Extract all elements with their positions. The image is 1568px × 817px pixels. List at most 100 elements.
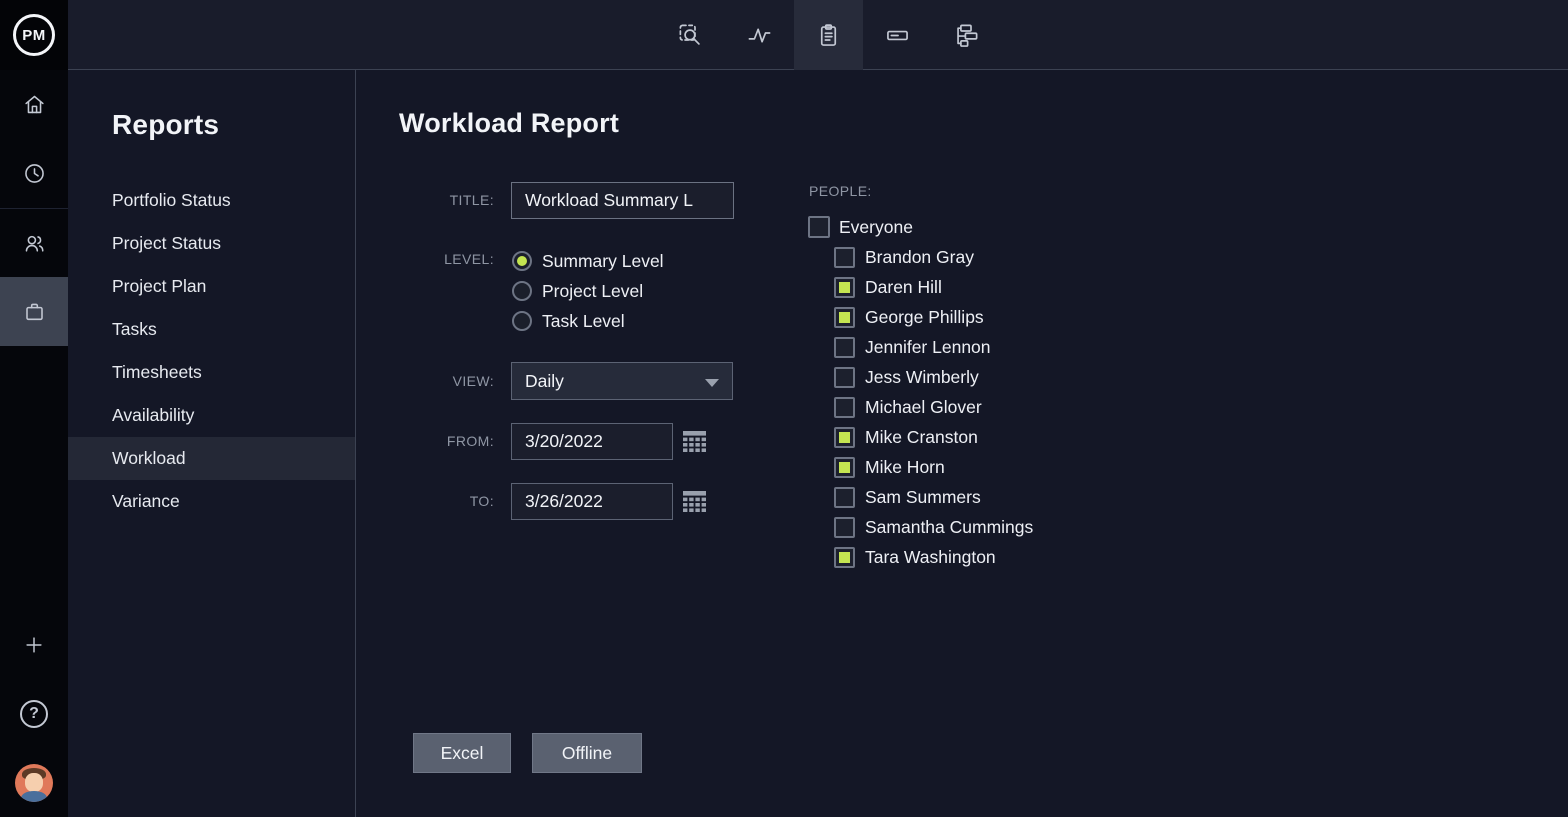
view-select[interactable]: Daily [511, 362, 733, 400]
person-label: Jennifer Lennon [865, 336, 991, 357]
rail-item-time[interactable] [0, 139, 68, 208]
rail-item-team[interactable] [0, 208, 68, 277]
help-glyph: ? [29, 705, 39, 722]
checkbox-icon [834, 276, 855, 298]
report-item-workload[interactable]: Workload [68, 437, 355, 480]
person-label: Michael Glover [865, 396, 982, 417]
avatar-shirt [21, 791, 47, 802]
checkbox-icon [834, 426, 855, 448]
person-label: Brandon Gray [865, 246, 974, 267]
person-label: Daren Hill [865, 276, 942, 297]
checkbox-member[interactable]: Samantha Cummings [834, 512, 1033, 542]
report-title-input[interactable] [511, 182, 734, 219]
report-item-timesheets[interactable]: Timesheets [68, 351, 355, 394]
person-label: Mike Cranston [865, 426, 978, 447]
activity-icon [746, 22, 773, 49]
checkbox-member[interactable]: Jess Wimberly [834, 362, 1033, 392]
person-label: George Phillips [865, 306, 984, 327]
rail-item-projects[interactable] [0, 277, 68, 346]
person-label: Samantha Cummings [865, 516, 1034, 537]
report-item-project-status[interactable]: Project Status [68, 222, 355, 265]
tab-gantt[interactable] [932, 0, 1001, 70]
workload-report-page: Workload Report TITLE: LEVEL: VIEW: FROM… [356, 70, 1568, 817]
view-label: VIEW: [452, 373, 494, 389]
radio-task-level[interactable]: Task Level [512, 310, 625, 332]
app-logo[interactable]: PM [0, 0, 68, 70]
checkbox-icon [834, 396, 855, 418]
radio-icon [512, 311, 532, 331]
to-calendar-icon[interactable] [683, 491, 706, 512]
checkbox-member[interactable]: Jennifer Lennon [834, 332, 1033, 362]
reports-panel-title: Reports [112, 109, 220, 140]
person-label: Jess Wimberly [865, 366, 979, 387]
plus-icon [23, 634, 45, 656]
radio-project-level[interactable]: Project Level [512, 280, 643, 302]
help-icon: ? [20, 700, 48, 728]
rail-item-home[interactable] [0, 70, 68, 139]
to-date-input[interactable] [511, 483, 673, 520]
task-bar-icon [884, 22, 911, 49]
report-item-availability[interactable]: Availability [68, 394, 355, 437]
radio-icon [512, 281, 532, 301]
offline-button[interactable]: Offline [532, 733, 642, 773]
people-member-list: Brandon Gray Daren Hill George Phillips … [834, 242, 1033, 572]
app-window: PM ? Reports Portfolio Status Project St… [0, 0, 1568, 817]
radio-label: Task Level [542, 310, 625, 331]
person-label: Tara Washington [865, 546, 996, 567]
title-label: TITLE: [449, 192, 494, 208]
checkbox-member[interactable]: Tara Washington [834, 542, 1033, 572]
gantt-icon [953, 22, 980, 49]
page-title: Workload Report [399, 108, 620, 138]
radio-icon [512, 251, 532, 271]
radio-label: Summary Level [542, 250, 664, 271]
checkbox-member[interactable]: Sam Summers [834, 482, 1033, 512]
home-icon [22, 92, 47, 117]
report-item-portfolio-status[interactable]: Portfolio Status [68, 179, 355, 222]
tab-activity[interactable] [725, 0, 794, 70]
help-button[interactable]: ? [0, 690, 68, 738]
pm-logo-icon: PM [13, 14, 55, 56]
tab-tasks[interactable] [863, 0, 932, 70]
checkbox-icon [834, 516, 855, 538]
checkbox-member[interactable]: George Phillips [834, 302, 1033, 332]
checkbox-icon [834, 456, 855, 478]
from-calendar-icon[interactable] [683, 431, 706, 452]
reports-panel: Reports Portfolio Status Project Status … [68, 70, 356, 817]
report-clipboard-icon [815, 22, 842, 49]
report-item-tasks[interactable]: Tasks [68, 308, 355, 351]
to-label: TO: [469, 493, 494, 509]
person-label: Mike Horn [865, 456, 945, 477]
checkbox-member[interactable]: Mike Horn [834, 452, 1033, 482]
checkbox-icon [834, 366, 855, 388]
checkbox-member[interactable]: Mike Cranston [834, 422, 1033, 452]
briefcase-icon [22, 299, 47, 324]
person-label: Sam Summers [865, 486, 981, 507]
report-item-variance[interactable]: Variance [68, 480, 355, 523]
from-date-input[interactable] [511, 423, 673, 460]
avatar-face [25, 773, 43, 792]
checkbox-member[interactable]: Brandon Gray [834, 242, 1033, 272]
from-label: FROM: [446, 433, 494, 449]
add-button[interactable] [0, 621, 68, 669]
person-label: Everyone [839, 216, 913, 237]
tab-search[interactable] [656, 0, 725, 70]
clock-icon [22, 161, 47, 186]
checkbox-member[interactable]: Michael Glover [834, 392, 1033, 422]
team-icon [22, 231, 47, 256]
view-select-value: Daily [525, 370, 564, 391]
chevron-down-icon [705, 379, 719, 387]
radio-summary-level[interactable]: Summary Level [512, 250, 664, 272]
tab-reports[interactable] [794, 0, 863, 70]
left-rail: ? [0, 70, 68, 817]
excel-button[interactable]: Excel [413, 733, 511, 773]
checkbox-icon [834, 486, 855, 508]
people-label: PEOPLE: [809, 183, 872, 199]
checkbox-member[interactable]: Daren Hill [834, 272, 1033, 302]
level-label: LEVEL: [444, 251, 494, 267]
checkbox-icon [834, 336, 855, 358]
checkbox-icon [834, 546, 855, 568]
user-avatar[interactable] [15, 764, 53, 802]
checkbox-icon [808, 216, 830, 238]
checkbox-everyone[interactable]: Everyone [808, 216, 913, 238]
report-item-project-plan[interactable]: Project Plan [68, 265, 355, 308]
